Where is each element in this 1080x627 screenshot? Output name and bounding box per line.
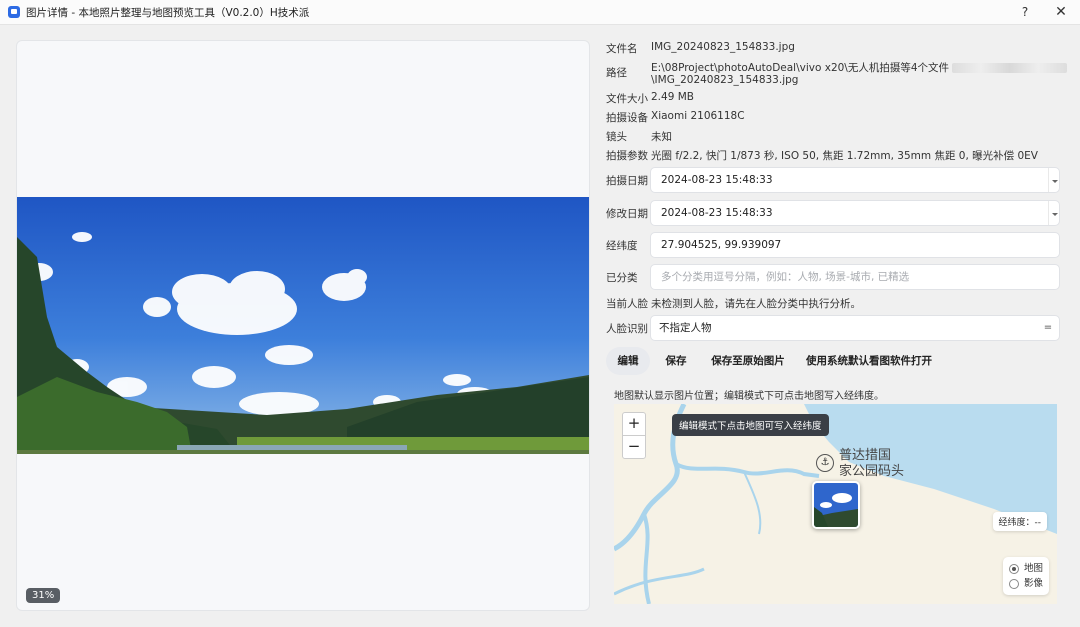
app-icon bbox=[8, 6, 20, 18]
params-value: 光圈 f/2.2, 快门 1/873 秒, ISO 50, 焦距 1.72mm,… bbox=[651, 150, 1038, 162]
latlng-label: 经纬度 bbox=[606, 240, 638, 252]
path-line-2: \IMG_20240823_154833.jpg bbox=[651, 74, 799, 86]
close-button[interactable]: ✕ bbox=[1050, 2, 1072, 22]
image-radio[interactable] bbox=[1008, 578, 1019, 589]
zoom-out-button[interactable]: − bbox=[623, 436, 645, 458]
mod-date-label: 修改日期 bbox=[606, 208, 648, 220]
face-id-dropdown-icon[interactable]: = bbox=[1037, 316, 1059, 340]
category-input[interactable]: 多个分类用逗号分隔，例如：人物, 场景-城市, 已精选 bbox=[650, 264, 1060, 290]
face-status-label: 当前人脸 bbox=[606, 298, 648, 310]
map-tooltip: 编辑模式下点击地图可写入经纬度 bbox=[672, 414, 829, 436]
layer-map-label: 地图 bbox=[1023, 563, 1043, 574]
layer-option-map[interactable]: 地图 bbox=[1008, 561, 1043, 576]
path-label: 路径 bbox=[606, 67, 627, 79]
shot-date-value: 2024-08-23 15:48:33 bbox=[661, 174, 773, 186]
mod-date-spinner[interactable] bbox=[1048, 201, 1059, 225]
save-button[interactable]: 保存 bbox=[658, 347, 694, 375]
path-line-1: E:\08Project\photoAutoDeal\vivo x20\无人机拍… bbox=[651, 60, 1068, 75]
filename-value: IMG_20240823_154833.jpg bbox=[651, 41, 795, 53]
path-redacted bbox=[952, 63, 1068, 73]
window-title: 图片详情 - 本地照片整理与地图预览工具（V0.2.0）H技术派 bbox=[26, 7, 310, 19]
device-value: Xiaomi 2106118C bbox=[651, 110, 745, 122]
map-view[interactable]: + − 编辑模式下点击地图可写入经纬度 ⚓ 普达措国 家公园码头 经纬度：-- … bbox=[614, 404, 1057, 604]
latlng-field[interactable]: 27.904525, 99.939097 bbox=[650, 232, 1060, 258]
save-original-button[interactable]: 保存至原始图片 bbox=[706, 347, 790, 375]
photo-location-marker[interactable] bbox=[812, 481, 860, 529]
open-default-viewer-button[interactable]: 使用系统默认看图软件打开 bbox=[804, 347, 934, 375]
poi-label: 普达措国 家公园码头 bbox=[839, 448, 904, 480]
zoom-in-button[interactable]: + bbox=[623, 413, 645, 436]
lens-label: 镜头 bbox=[606, 131, 627, 143]
filename-label: 文件名 bbox=[606, 43, 638, 55]
params-label: 拍摄参数 bbox=[606, 150, 648, 162]
mod-date-field[interactable]: 2024-08-23 15:48:33 bbox=[650, 200, 1060, 226]
marker-thumbnail bbox=[814, 483, 858, 527]
size-value: 2.49 MB bbox=[651, 91, 694, 103]
mod-date-value: 2024-08-23 15:48:33 bbox=[661, 207, 773, 219]
poi-label-line-1: 普达措国 bbox=[839, 448, 892, 463]
device-label: 拍摄设备 bbox=[606, 112, 648, 124]
face-id-value: 不指定人物 bbox=[659, 322, 712, 334]
title-bar: 图片详情 - 本地照片整理与地图预览工具（V0.2.0）H技术派 ? ✕ bbox=[0, 0, 1080, 25]
edit-button[interactable]: 编辑 bbox=[606, 347, 650, 375]
coordinate-readout: 经纬度：-- bbox=[992, 512, 1047, 531]
shot-date-label: 拍摄日期 bbox=[606, 175, 648, 187]
path-text-1: E:\08Project\photoAutoDeal\vivo x20\无人机拍… bbox=[651, 62, 950, 74]
size-label: 文件大小 bbox=[606, 93, 648, 105]
photo-image bbox=[17, 197, 589, 454]
shot-date-field[interactable]: 2024-08-23 15:48:33 bbox=[650, 167, 1060, 193]
poi-label-line-2: 家公园码头 bbox=[839, 464, 905, 479]
layer-option-image[interactable]: 影像 bbox=[1008, 576, 1043, 591]
layer-image-label: 影像 bbox=[1023, 578, 1043, 589]
help-button[interactable]: ? bbox=[1014, 2, 1036, 22]
map-layer-switcher: 地图 影像 bbox=[1002, 557, 1049, 595]
lens-value: 未知 bbox=[651, 131, 672, 143]
image-preview[interactable]: 31% bbox=[16, 40, 590, 611]
shot-date-spinner[interactable] bbox=[1048, 168, 1059, 192]
map-radio[interactable] bbox=[1008, 563, 1019, 574]
face-id-label: 人脸识别 bbox=[606, 323, 648, 335]
anchor-icon: ⚓ bbox=[816, 454, 834, 472]
map-hint: 地图默认显示图片位置；编辑模式下可点击地图写入经纬度。 bbox=[614, 391, 884, 402]
face-status-value: 未检测到人脸，请先在人脸分类中执行分析。 bbox=[651, 298, 861, 310]
map-zoom-control: + − bbox=[622, 412, 646, 459]
face-id-select[interactable]: 不指定人物 = bbox=[650, 315, 1060, 341]
zoom-level-badge: 31% bbox=[26, 588, 61, 603]
category-label: 已分类 bbox=[606, 272, 638, 284]
